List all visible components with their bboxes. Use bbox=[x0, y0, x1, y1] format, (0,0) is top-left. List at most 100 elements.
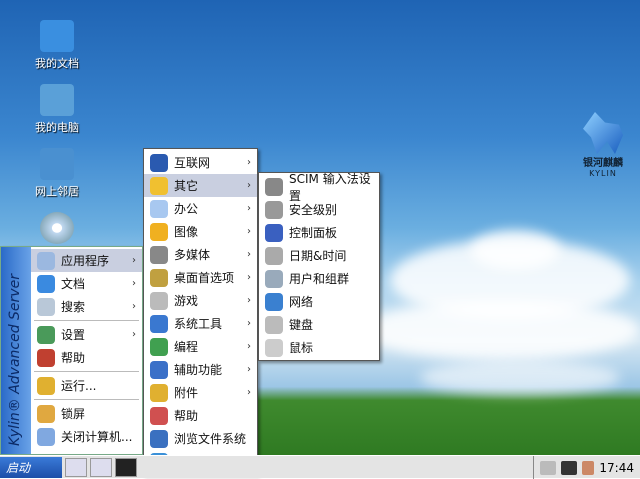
menu-item-icon bbox=[265, 223, 283, 242]
menu-item-icon bbox=[37, 404, 55, 423]
menu-item-label: 附件 bbox=[174, 386, 199, 400]
submenu-arrow-icon: › bbox=[247, 249, 251, 260]
other-menu-item[interactable]: 日期&时间 bbox=[259, 244, 379, 267]
start-menu-item[interactable]: 关闭计算机... bbox=[31, 425, 142, 448]
start-menu-item[interactable]: 运行... bbox=[31, 374, 142, 397]
menu-item-icon bbox=[265, 338, 283, 357]
desktop-icon-network[interactable]: 网上邻居 bbox=[22, 148, 92, 199]
menu-item-label: 编程 bbox=[174, 340, 199, 354]
applications-menu-item[interactable]: 多媒体 › bbox=[144, 243, 257, 266]
applications-menu-item[interactable]: 帮助 bbox=[144, 404, 257, 427]
applications-menu-item[interactable]: 游戏 › bbox=[144, 289, 257, 312]
submenu-arrow-icon: › bbox=[247, 387, 251, 398]
applications-menu-item[interactable]: 编程 › bbox=[144, 335, 257, 358]
submenu-arrow-icon: › bbox=[247, 272, 251, 283]
applications-submenu: 互联网 › 其它 › 办公 › 图像 › 多媒体 › 桌面首选项 › 游戏 › 系统工具 › 编程 › 辅助功能 › 附… bbox=[143, 148, 258, 475]
menu-item-label: 辅助功能 bbox=[174, 363, 223, 377]
menu-item-label: 日期&时间 bbox=[289, 249, 347, 263]
applications-menu-item[interactable]: 图像 › bbox=[144, 220, 257, 243]
terminal-launcher[interactable] bbox=[115, 457, 137, 477]
submenu-arrow-icon: › bbox=[247, 157, 251, 168]
file-manager-launcher[interactable] bbox=[90, 457, 112, 477]
submenu-arrow-icon: › bbox=[132, 329, 136, 340]
menu-item-label: 帮助 bbox=[61, 351, 86, 365]
menu-item-icon bbox=[150, 337, 168, 356]
menu-item-icon bbox=[150, 429, 168, 448]
keyboard-icon[interactable] bbox=[540, 460, 557, 475]
applications-menu-item[interactable]: 互联网 › bbox=[144, 151, 257, 174]
menu-item-label: 鼠标 bbox=[289, 341, 314, 355]
menu-item-icon bbox=[265, 177, 283, 196]
desktop-icon-my-computer[interactable]: 我的电脑 bbox=[22, 84, 92, 135]
computer-icon bbox=[40, 84, 74, 116]
other-submenu: SCIM 输入法设置 安全级别控制面板日期&时间用户和组群网络键盘鼠标 bbox=[258, 172, 380, 361]
menu-separator bbox=[34, 320, 139, 321]
start-menu-item[interactable]: 应用程序 › bbox=[31, 249, 142, 272]
applications-menu-item[interactable]: 系统工具 › bbox=[144, 312, 257, 335]
kylin-logo-icon bbox=[583, 112, 623, 154]
start-menu-item[interactable]: 锁屏 bbox=[31, 402, 142, 425]
menu-item-label: 网络 bbox=[289, 295, 314, 309]
cd-icon bbox=[40, 212, 74, 244]
submenu-arrow-icon: › bbox=[247, 180, 251, 191]
menu-item-label: 浏览文件系统 bbox=[174, 432, 247, 446]
other-menu-item[interactable]: SCIM 输入法设置 bbox=[259, 172, 379, 203]
menu-item-label: 运行... bbox=[61, 379, 97, 393]
menu-item-label: 应用程序 bbox=[61, 254, 110, 268]
other-menu-item[interactable]: 键盘 bbox=[259, 313, 379, 336]
menu-item-icon bbox=[265, 200, 283, 219]
other-menu-item[interactable]: 控制面板 bbox=[259, 221, 379, 244]
other-menu-item[interactable]: 网络 bbox=[259, 290, 379, 313]
submenu-arrow-icon: › bbox=[247, 226, 251, 237]
menu-item-label: 多媒体 bbox=[174, 248, 211, 262]
start-menu-item[interactable]: 帮助 bbox=[31, 346, 142, 369]
menu-item-icon bbox=[150, 245, 168, 264]
network-status-icon[interactable] bbox=[561, 460, 578, 475]
menu-item-label: 安全级别 bbox=[289, 203, 338, 217]
menu-item-label: 关闭计算机... bbox=[61, 430, 133, 444]
desktop-icon-cdrom[interactable] bbox=[22, 212, 92, 247]
menu-item-icon bbox=[150, 383, 168, 402]
menu-item-label: 用户和组群 bbox=[289, 272, 350, 286]
submenu-arrow-icon: › bbox=[247, 318, 251, 329]
menu-item-label: 键盘 bbox=[289, 318, 314, 332]
menu-item-icon bbox=[265, 269, 283, 288]
menu-item-icon bbox=[150, 360, 168, 379]
start-menu: Kylin® Advanced Server 应用程序 › 文档 › 搜索 › 设置 › 帮助运… bbox=[0, 246, 143, 455]
start-menu-item[interactable]: 搜索 › bbox=[31, 295, 142, 318]
volume-muted-icon[interactable] bbox=[582, 460, 595, 475]
applications-menu-item[interactable]: 浏览文件系统 bbox=[144, 427, 257, 450]
applications-menu-item[interactable]: 辅助功能 › bbox=[144, 358, 257, 381]
clock[interactable]: 17:44 bbox=[599, 461, 634, 475]
other-menu-item[interactable]: 用户和组群 bbox=[259, 267, 379, 290]
taskbar: 启动 17:44 bbox=[0, 455, 640, 479]
menu-item-label: 其它 bbox=[174, 179, 199, 193]
menu-item-icon bbox=[37, 348, 55, 367]
network-icon bbox=[40, 148, 74, 180]
applications-menu-item[interactable]: 其它 › bbox=[144, 174, 257, 197]
start-menu-item[interactable]: 文档 › bbox=[31, 272, 142, 295]
desktop-icon-my-documents[interactable]: 我的文档 bbox=[22, 20, 92, 71]
menu-item-icon bbox=[150, 291, 168, 310]
menu-item-icon bbox=[150, 268, 168, 287]
menu-item-icon bbox=[150, 176, 168, 195]
other-menu-item[interactable]: 鼠标 bbox=[259, 336, 379, 359]
menu-item-label: 互联网 bbox=[174, 156, 211, 170]
applications-menu-item[interactable]: 办公 › bbox=[144, 197, 257, 220]
menu-item-icon bbox=[150, 314, 168, 333]
other-menu-item[interactable]: 安全级别 bbox=[259, 198, 379, 221]
start-button[interactable]: 启动 bbox=[0, 456, 62, 478]
show-desktop-button[interactable] bbox=[65, 457, 87, 477]
applications-menu-item[interactable]: 附件 › bbox=[144, 381, 257, 404]
applications-menu-item[interactable]: 桌面首选项 › bbox=[144, 266, 257, 289]
menu-item-label: 系统工具 bbox=[174, 317, 223, 331]
menu-item-icon bbox=[265, 246, 283, 265]
start-menu-banner: Kylin® Advanced Server bbox=[1, 247, 31, 454]
menu-item-label: 帮助 bbox=[174, 409, 199, 423]
start-menu-item[interactable]: 设置 › bbox=[31, 323, 142, 346]
menu-item-label: 控制面板 bbox=[289, 226, 338, 240]
menu-item-icon bbox=[37, 251, 55, 270]
menu-item-icon bbox=[37, 297, 55, 316]
menu-item-icon bbox=[265, 292, 283, 311]
kylin-logo: 银河麒麟 KYLIN bbox=[572, 112, 634, 178]
